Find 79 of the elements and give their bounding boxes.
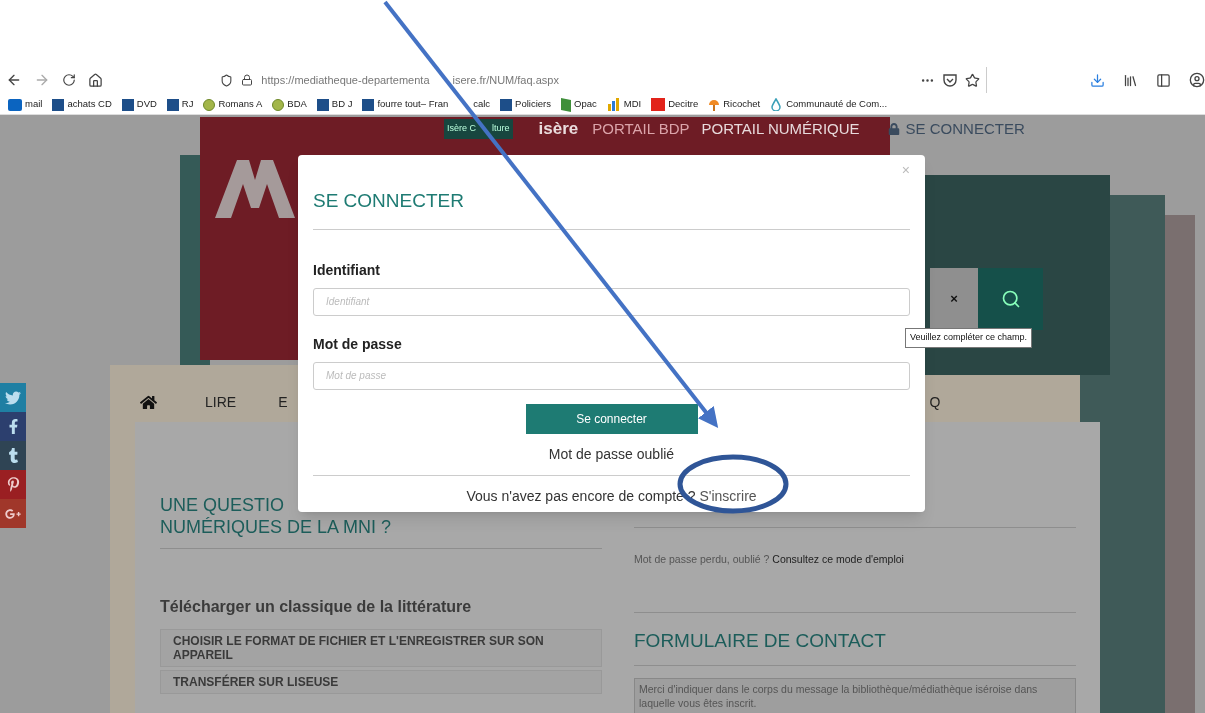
- bookmark-label: calc: [473, 97, 491, 112]
- mail-app-icon: [8, 98, 22, 111]
- dialog-title: SE CONNECTER: [313, 189, 465, 213]
- bookmark[interactable]: Ricochet: [708, 97, 761, 112]
- forgot-password-link[interactable]: Mot de passe oublié: [548, 443, 675, 465]
- site-logo[interactable]: isère: [538, 120, 579, 138]
- bookmark[interactable]: achats CD: [52, 97, 112, 112]
- message-field[interactable]: Merci d'indiquer dans le corps du message la bibliothèque/médiathèque iséroise dans laquelle vous êtes inscrit.: [634, 678, 1076, 713]
- lock-icon: [241, 74, 254, 86]
- section-heading: UNE QUESTIO: [160, 494, 284, 516]
- url-text: isere.fr/NUM/faq.aspx: [452, 72, 559, 88]
- tumblr-icon[interactable]: [0, 441, 26, 470]
- pinterest-icon[interactable]: [0, 470, 26, 499]
- bookmark[interactable]: BD J: [316, 97, 353, 112]
- nav-link[interactable]: Q: [929, 391, 941, 413]
- help-text: Mot de passe perdu, oublié ? Consultez ce mode d'emploi: [634, 552, 905, 567]
- nav-link[interactable]: E: [278, 391, 288, 413]
- bookmark[interactable]: mail: [8, 97, 43, 112]
- bookmark[interactable]: fourre tout– Fran calc: [362, 97, 491, 112]
- nav-link[interactable]: LIRE: [205, 391, 237, 413]
- bookmark[interactable]: MDI: [606, 97, 642, 112]
- reload-icon[interactable]: [62, 73, 76, 87]
- portal-link[interactable]: PORTAIL BDP: [586, 120, 696, 138]
- lock-icon: [887, 123, 900, 135]
- faq-item[interactable]: TRANSFÉRER SUR LISEUSE: [160, 670, 602, 694]
- pocket-icon[interactable]: [943, 73, 957, 87]
- mushroom-icon: [708, 98, 721, 111]
- bookmark[interactable]: Policiers: [500, 97, 551, 112]
- sidebar-icon[interactable]: [1156, 72, 1171, 88]
- account-icon[interactable]: [1189, 72, 1205, 88]
- tile-icon: [121, 98, 134, 111]
- bookmark[interactable]: Romans A: [203, 97, 263, 112]
- search-icon: [1000, 289, 1021, 309]
- tooltip: Veuillez compléter ce champ.: [905, 328, 1033, 348]
- download-icon[interactable]: [1090, 72, 1105, 88]
- google-plus-icon[interactable]: [0, 499, 26, 528]
- bookmark[interactable]: BDA: [272, 97, 307, 112]
- bar-chart-icon: [606, 98, 621, 111]
- text-field[interactable]: Identifiant: [313, 287, 910, 316]
- shield-icon: [220, 73, 234, 87]
- faq-item[interactable]: CHOISIR LE FORMAT DE FICHIER ET L'ENREGISTRER SUR SON APPAREIL: [160, 629, 602, 667]
- home-icon[interactable]: [88, 72, 103, 88]
- address-bar[interactable]: https://mediatheque-departementa isere.fr/NUM/faq.aspx: [214, 67, 987, 93]
- field-label: Mot de passe: [313, 334, 403, 354]
- back-icon[interactable]: [6, 72, 22, 88]
- guide-link[interactable]: Consultez ce mode d'emploi: [772, 553, 904, 565]
- globe-icon: [203, 98, 216, 111]
- tile-icon: [166, 98, 179, 111]
- bookmark[interactable]: RJ: [166, 97, 194, 112]
- tile-icon: [362, 98, 375, 111]
- section-heading: NUMÉRIQUES DE LA MNI ?: [160, 516, 392, 538]
- facebook-icon[interactable]: [0, 412, 26, 441]
- bookmark[interactable]: Opac: [561, 97, 597, 112]
- bookmark-label: fourre tout– Fran: [377, 97, 449, 112]
- portal-link[interactable]: PORTAIL NUMÉRIQUE: [695, 120, 866, 138]
- contact-title: FORMULAIRE DE CONTACT: [634, 628, 887, 653]
- library-icon[interactable]: [1123, 72, 1138, 88]
- drop-icon: [770, 98, 784, 111]
- login-button[interactable]: Se connecter: [525, 403, 698, 434]
- tile-icon: [500, 98, 513, 111]
- tile-icon: [316, 98, 329, 111]
- bookmark[interactable]: DVD: [121, 97, 157, 112]
- bookmark[interactable]: Communauté de Com...: [770, 97, 888, 112]
- home-icon[interactable]: [140, 393, 157, 411]
- field-label: Identifiant: [313, 260, 381, 280]
- url-text: https://mediatheque-departementa: [261, 72, 430, 88]
- tile-icon: [52, 98, 65, 111]
- star-icon[interactable]: [965, 72, 980, 88]
- globe-icon: [272, 98, 285, 111]
- book-icon: [561, 97, 571, 112]
- tile-icon: [651, 98, 666, 111]
- search-button[interactable]: [978, 268, 1043, 330]
- bookmark[interactable]: Decitre: [651, 97, 699, 112]
- subsection-title: Télécharger un classique de la littérature: [160, 597, 473, 617]
- clear-button[interactable]: ×: [930, 268, 978, 330]
- signup-link[interactable]: S'inscrire: [699, 487, 757, 504]
- text-field[interactable]: Mot de passe: [313, 361, 910, 390]
- twitter-icon[interactable]: [0, 383, 26, 412]
- culture-badge[interactable]: Isère C lture: [444, 119, 513, 139]
